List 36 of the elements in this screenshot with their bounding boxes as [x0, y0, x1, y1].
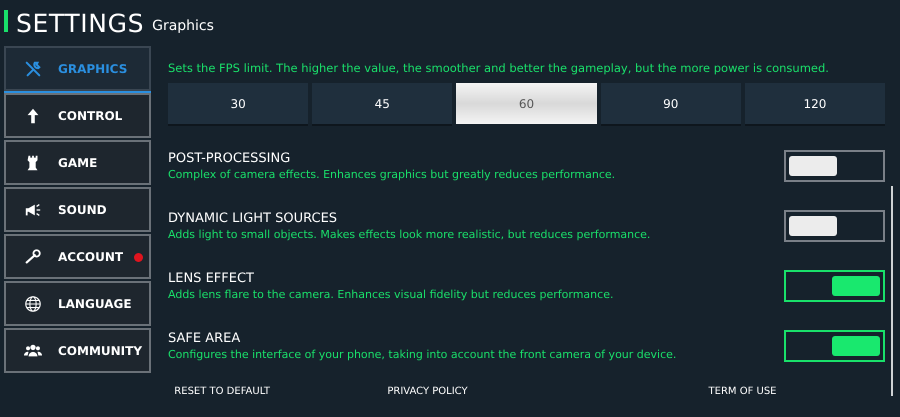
setting-description: Adds lens flare to the camera. Enhances visual fidelity but reduces performance. [168, 286, 614, 302]
setting-description: Adds light to small objects. Makes effects look more realistic, but reduces performance. [168, 226, 652, 242]
page-title: SETTINGS [16, 11, 144, 36]
people-icon [24, 342, 42, 360]
setting-title: DYNAMIC LIGHT SOURCES [168, 210, 338, 227]
nav-tab[interactable]: LANGUAGE [4, 281, 151, 326]
nav-tab[interactable]: GRAPHICS [4, 46, 151, 91]
title-accent [4, 10, 8, 32]
nav-tab[interactable]: SOUND [4, 187, 151, 232]
nav-tab[interactable]: GAME [4, 140, 151, 185]
setting-description: Complex of camera effects. Enhances graphics but greatly reduces performance. [168, 166, 616, 182]
globe-icon [24, 294, 42, 312]
setting-title: LENS EFFECT [168, 270, 255, 287]
toggle-switch[interactable] [784, 150, 885, 182]
scrollbar[interactable] [891, 186, 893, 396]
setting-description: Configures the interface of your phone, taking into account the front camera of your device. [168, 346, 678, 362]
fps-option[interactable]: 45 [312, 83, 452, 124]
fps-option[interactable]: 60 [456, 83, 597, 124]
fps-option[interactable]: 90 [600, 83, 741, 124]
toggle-switch[interactable] [784, 270, 885, 302]
fps-description: Sets the FPS limit. The higher the value, the smoother and better the gameplay, but the more power is consumed. [168, 60, 830, 77]
toggle-switch[interactable] [784, 210, 885, 242]
footer-link[interactable]: PRIVACY POLICY [387, 384, 468, 400]
nav-tab[interactable]: CONTROL [4, 93, 151, 138]
fps-option[interactable]: 120 [744, 83, 886, 124]
tools-icon [24, 60, 42, 78]
toggle-switch[interactable] [784, 330, 885, 362]
nav-tab[interactable]: COMMUNITY [4, 328, 151, 373]
page-subtitle: Graphics [152, 19, 214, 33]
footer-link[interactable]: TERM OF USE [708, 384, 776, 400]
fps-option[interactable]: 30 [168, 83, 308, 124]
setting-title: SAFE AREA [168, 330, 242, 347]
setting-title: POST-PROCESSING [168, 150, 292, 167]
footer-link[interactable]: RESET TO DEFAULT [174, 384, 270, 400]
nav-tab[interactable]: ACCOUNT [4, 234, 151, 279]
key-icon [24, 248, 42, 266]
